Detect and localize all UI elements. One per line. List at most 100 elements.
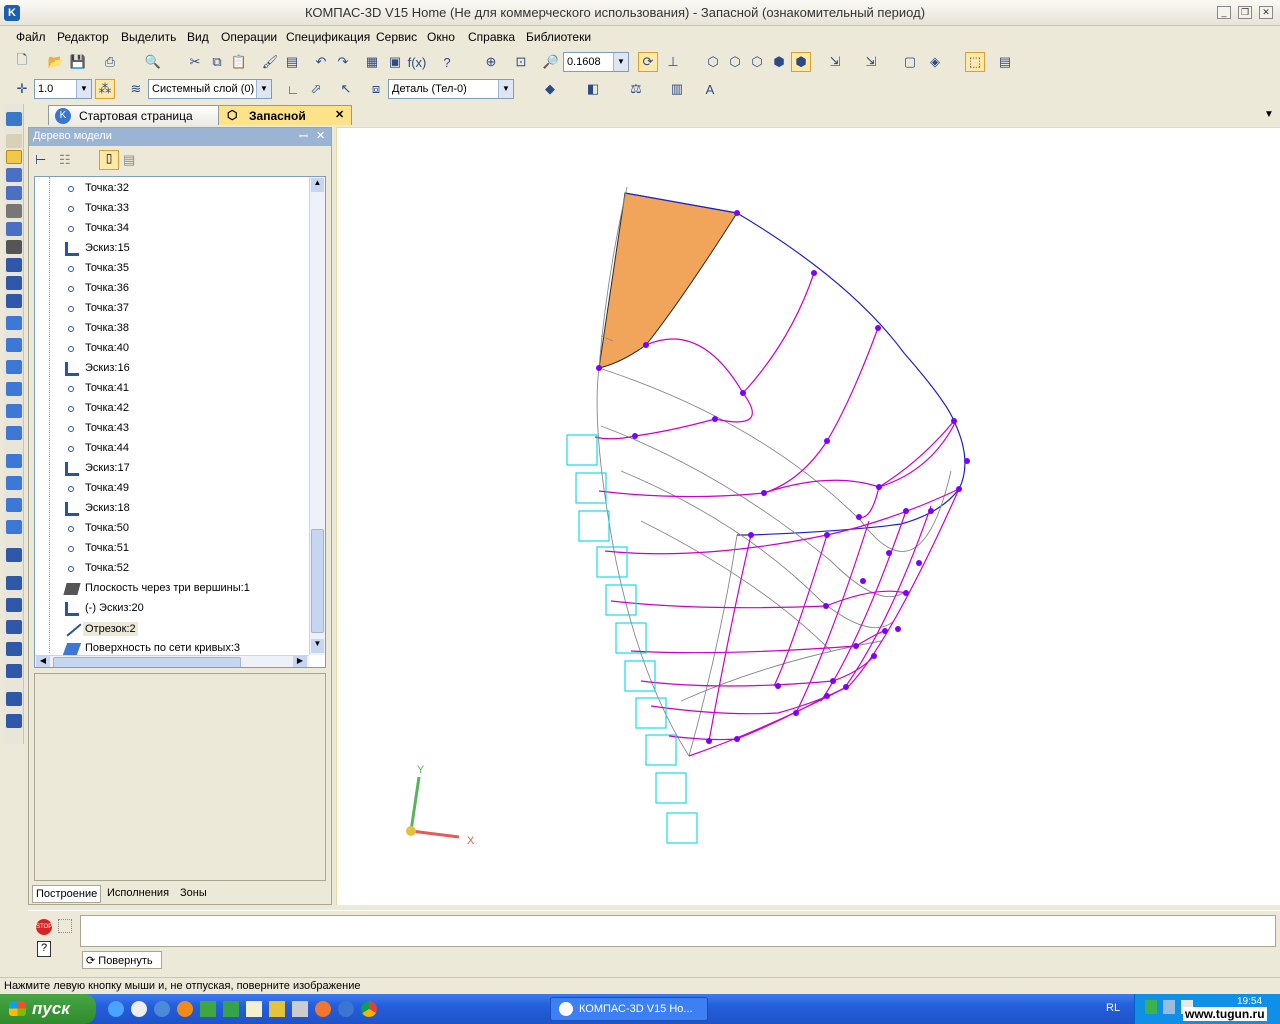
3d-viewport[interactable]: X Y — [336, 127, 1280, 905]
help-icon[interactable]: ? — [37, 941, 51, 957]
help-cursor-icon[interactable]: ? — [437, 52, 457, 72]
variables-fx-icon[interactable]: f(x) — [407, 52, 427, 72]
tab-zones[interactable]: Зоны — [177, 885, 210, 903]
tree-filter-icon[interactable]: ▤ — [123, 152, 135, 168]
skype-icon[interactable] — [154, 1001, 170, 1017]
part-icon[interactable]: ⧈ — [366, 79, 386, 99]
tree-item[interactable]: Точка:49 — [85, 482, 129, 494]
cursor-icon[interactable]: ↖ — [336, 79, 356, 99]
firefox-icon[interactable] — [177, 1001, 193, 1017]
taskbar-kompas-button[interactable]: КОМПАС-3D V15 Ho... — [550, 997, 708, 1021]
tree-item[interactable]: Отрезок:2 — [83, 622, 138, 636]
filter2-icon[interactable]: ⇲ — [861, 52, 881, 72]
part-select[interactable]: Деталь (Тел-0) ▼ — [388, 79, 514, 99]
tree-item[interactable]: Точка:40 — [85, 342, 129, 354]
section-icon[interactable]: ◈ — [925, 52, 945, 72]
extrude-surface-icon[interactable] — [6, 316, 22, 330]
split-icon[interactable] — [6, 598, 22, 612]
filter-tool-icon[interactable] — [6, 222, 22, 236]
points-icon[interactable] — [6, 168, 22, 182]
orientation-icon[interactable]: ⊥ — [663, 52, 683, 72]
media-player-icon[interactable] — [131, 1001, 147, 1017]
kompas-icon[interactable] — [338, 1001, 354, 1017]
close-button[interactable]: ✕ — [1259, 6, 1273, 19]
redo-icon[interactable]: ↷ — [333, 52, 353, 72]
hscroll-thumb[interactable] — [53, 657, 241, 667]
app-icon[interactable] — [200, 1001, 216, 1017]
copy-icon[interactable]: ⧉ — [207, 52, 227, 72]
tab-start-page[interactable]: K Стартовая страница — [48, 105, 220, 125]
sweep-surface-icon[interactable] — [6, 360, 22, 374]
scroll-right-icon[interactable]: ▶ — [293, 656, 307, 667]
manager-icon[interactable]: ▦ — [362, 52, 382, 72]
print-icon[interactable]: ⎙ — [100, 52, 120, 72]
tree-structure-icon[interactable]: ⊢ — [35, 152, 46, 168]
tab-versions[interactable]: Исполнения — [104, 885, 172, 903]
menu-libraries[interactable]: Библиотеки — [526, 30, 591, 44]
close-tab-icon[interactable]: ✕ — [335, 108, 344, 121]
thicken-icon[interactable] — [6, 664, 22, 678]
delete-face-icon[interactable] — [6, 692, 22, 706]
sketch-icon[interactable]: ∟ — [283, 79, 303, 99]
undo-icon[interactable]: ↶ — [311, 52, 331, 72]
maximize-button[interactable]: ❐ — [1238, 6, 1252, 19]
layer-select[interactable]: Системный слой (0) ▼ — [148, 79, 272, 99]
zoom-window-icon[interactable]: ⊕ — [481, 52, 501, 72]
tree-item[interactable]: Точка:44 — [85, 442, 129, 454]
tree-item[interactable]: Эскиз:15 — [85, 242, 130, 254]
stitch-icon[interactable] — [6, 620, 22, 634]
panel-close-icon[interactable]: ✕ — [316, 129, 325, 142]
hidden-lines-icon[interactable]: ⬡ — [725, 52, 745, 72]
tree-item[interactable]: Точка:50 — [85, 522, 129, 534]
save-icon[interactable]: 💾 — [68, 52, 88, 72]
tab-construction[interactable]: Построение — [32, 885, 102, 903]
rotate-icon[interactable]: ⟳ — [638, 52, 658, 72]
offset-surface-icon[interactable] — [6, 454, 22, 468]
scroll-thumb[interactable] — [311, 529, 324, 633]
language-indicator[interactable]: RL — [1106, 1002, 1120, 1014]
tree-item[interactable]: Эскиз:16 — [85, 362, 130, 374]
trim-icon[interactable] — [6, 576, 22, 590]
blender-icon[interactable] — [315, 1001, 331, 1017]
tree-item[interactable]: Эскиз:18 — [85, 502, 130, 514]
model-view[interactable]: X Y — [337, 128, 1280, 906]
pin-icon[interactable]: ꟷ — [299, 129, 308, 144]
ruled-surface-icon[interactable] — [6, 476, 22, 490]
surface-patch[interactable] — [598, 192, 738, 369]
menu-service[interactable]: Сервис — [376, 30, 417, 44]
mesh-surface-icon[interactable] — [6, 520, 22, 534]
tab-document[interactable]: ⬡ Запасной ✕ — [218, 105, 352, 125]
loft-surface-icon[interactable] — [6, 382, 22, 396]
tree-item[interactable]: Точка:42 — [85, 402, 129, 414]
library-icon[interactable]: ▣ — [385, 52, 405, 72]
auto-create-icon[interactable] — [58, 919, 72, 933]
shaded-edges-icon[interactable]: ⬢ — [791, 52, 811, 72]
cut-icon[interactable]: ✂ — [185, 52, 205, 72]
spline-icon[interactable] — [6, 134, 22, 148]
layers-icon[interactable]: ≋ — [126, 79, 146, 99]
snap-icon[interactable]: ✛ — [12, 79, 32, 99]
tree-item[interactable]: Точка:35 — [85, 262, 129, 274]
report-icon[interactable] — [6, 258, 22, 272]
chrome-icon[interactable] — [361, 1001, 377, 1017]
part-ops-icon[interactable] — [6, 112, 22, 126]
tree-item[interactable]: Точка:43 — [85, 422, 129, 434]
menu-editor[interactable]: Редактор — [57, 30, 109, 44]
step-select[interactable]: 1.0 ▼ — [34, 79, 92, 99]
tree-item[interactable]: Точка:51 — [85, 542, 129, 554]
menu-specification[interactable]: Спецификация — [286, 30, 370, 44]
cube-icon[interactable]: ▢ — [900, 52, 920, 72]
notepad-icon[interactable] — [246, 1001, 262, 1017]
tree-item[interactable]: Точка:37 — [85, 302, 129, 314]
menu-view[interactable]: Вид — [187, 30, 209, 44]
tray-flag-icon[interactable] — [1145, 1000, 1157, 1014]
tree-mode-icon[interactable]: ▯ — [99, 150, 119, 170]
extend-icon[interactable] — [6, 548, 22, 562]
rotate-tool-icon[interactable] — [6, 294, 22, 308]
edit-part-icon[interactable]: ⬀ — [306, 79, 326, 99]
tree-item[interactable]: (-) Эскиз:20 — [85, 602, 144, 614]
tree-item[interactable]: Точка:41 — [85, 382, 129, 394]
preview-icon[interactable]: 🔍 — [143, 52, 163, 72]
zoom-scale-select[interactable]: 0.1608 ▼ — [563, 52, 629, 72]
tree-list-icon[interactable]: ☷ — [59, 152, 71, 168]
